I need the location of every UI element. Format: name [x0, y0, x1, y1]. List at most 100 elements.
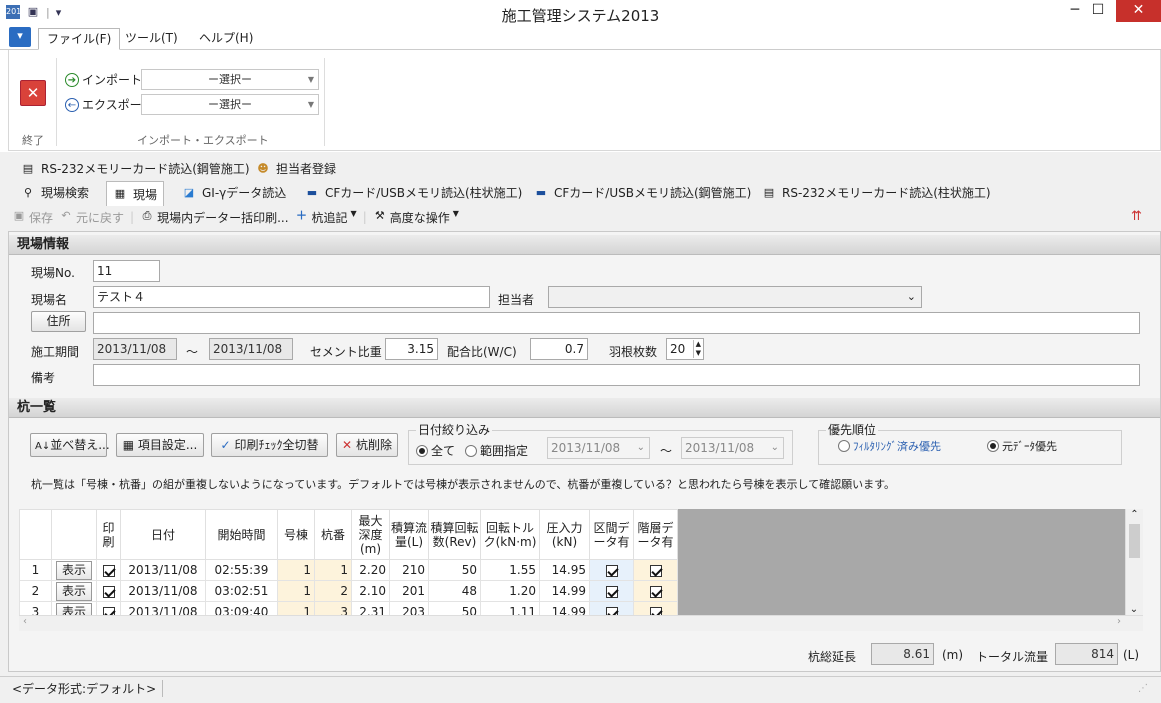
chart-icon: ◪	[183, 185, 195, 199]
search-icon: ⚲	[23, 185, 33, 199]
range-to-picker[interactable]: 2013/11/08 ⌄	[681, 437, 784, 459]
total-flow-unit: (L)	[1123, 648, 1140, 662]
segment-data-checkbox	[605, 564, 618, 577]
staff-register-action[interactable]: ☻ 担当者登録	[256, 160, 336, 177]
save-icon: ▣	[13, 208, 25, 222]
export-select[interactable]: ー選択ー ▼	[141, 94, 319, 115]
print-checkbox[interactable]	[102, 564, 115, 577]
tab-cf-column[interactable]: ▬ CFカード/USBメモリ読込(柱状施工)	[305, 184, 523, 201]
import-select[interactable]: ー選択ー ▼	[141, 69, 319, 90]
cell-building: 1	[303, 605, 311, 615]
staff-select[interactable]: ⌄	[548, 286, 922, 308]
chevron-down-icon: ▼	[307, 75, 314, 84]
cement-input[interactable]: 3.15	[385, 338, 438, 360]
save-button[interactable]: ▣ 保存	[12, 209, 53, 226]
col-header-layer-data: 階層データ有	[633, 509, 678, 560]
range-from-picker[interactable]: 2013/11/08 ⌄	[547, 437, 650, 459]
site-no-input[interactable]: 11	[93, 260, 160, 282]
pile-note: 杭一覧は「号棟・杭番」の組が重複しないようになっています。デフォルトでは号棟が表…	[31, 478, 896, 491]
import-label: インポート	[82, 73, 143, 87]
cell-building: 1	[303, 584, 311, 598]
table-row[interactable]: 3 表示 2013/11/08 03:09:40 1 3 2.31 203 50 1.11 14.9…	[19, 601, 678, 615]
cell-revolutions: 50	[461, 563, 477, 577]
chevron-down-icon: ⌄	[906, 290, 916, 303]
row-header-corner	[19, 509, 52, 560]
close-button[interactable]: ✕	[1116, 0, 1161, 22]
tab-cf-steel[interactable]: ▬ CFカード/USBメモリ読込(鋼管施工)	[534, 184, 752, 201]
row-number: 2	[31, 584, 40, 598]
cell-flow: 203	[402, 605, 425, 615]
ratio-label: 配合比(W/C)	[447, 345, 517, 359]
table-row[interactable]: 1 表示 2013/11/08 02:55:39 1 1 2.20 210 50 1.55 14.9…	[19, 559, 678, 581]
maximize-button[interactable]: ☐	[1080, 0, 1116, 22]
rs232-steel-action[interactable]: ▤ RS-232メモリーカード読込(鋼管施工)	[21, 160, 250, 177]
blades-stepper[interactable]: 20 ▲ ▼	[666, 338, 704, 360]
notes-input[interactable]	[93, 364, 1140, 386]
address-button[interactable]: 住所	[31, 311, 86, 332]
cell-start-time: 02:55:39	[214, 563, 269, 577]
tab-gi-data[interactable]: ◪ GI-γデータ読込	[182, 184, 286, 201]
cell-torque: 1.20	[509, 584, 536, 598]
total-length-unit: (m)	[942, 648, 964, 662]
radio-original-priority[interactable]: 元ﾃﾞｰﾀ優先	[987, 438, 1057, 454]
layer-data-checkbox	[649, 585, 662, 598]
ratio-input[interactable]: 0.7	[530, 338, 588, 360]
cell-revolutions: 48	[461, 584, 477, 598]
io-group-label: インポート・エクスポート	[137, 134, 269, 147]
menu-help[interactable]: ヘルプ(H)	[191, 28, 261, 50]
cell-max-depth: 2.10	[359, 584, 386, 598]
toolbar: ▣ 保存 ↶ 元に戻す | ⎙ 現場内データー括印刷... ＋杭追記 ▼ | ⚒ 高度な操…	[8, 206, 1161, 228]
col-header-date: 日付	[120, 509, 206, 560]
address-input[interactable]	[93, 312, 1140, 334]
period-label: 施工期間	[31, 345, 80, 359]
col-header-revolutions: 積算回転数(Rev)	[428, 509, 481, 560]
radio-all[interactable]: 全て	[416, 442, 455, 459]
sort-button[interactable]: A↓並べ替え...	[30, 433, 110, 457]
tab-rs232-column[interactable]: ▤ RS-232メモリーカード読込(柱状施工)	[762, 184, 991, 201]
radio-filtered-priority[interactable]: ﾌｨﾙﾀﾘﾝｸﾞ済み優先	[838, 438, 941, 454]
print-all-button[interactable]: ⎙ 現場内データー括印刷...	[140, 209, 289, 226]
segment-data-checkbox	[605, 606, 618, 615]
import-icon: ➔	[65, 72, 79, 87]
resize-grip-icon[interactable]: ⋰	[1138, 683, 1148, 694]
notes-label: 備考	[31, 371, 56, 385]
scroll-right-icon: ›	[1117, 616, 1121, 627]
tab-site-search[interactable]: ⚲ 現場検索	[21, 184, 89, 201]
show-button[interactable]: 表示	[55, 581, 92, 601]
segment-data-checkbox	[605, 585, 618, 598]
print-toggle-button[interactable]: ✓ 印刷ﾁｪｯｸ全切替	[211, 433, 328, 457]
scroll-thumb	[1129, 524, 1140, 558]
delete-pile-button[interactable]: ✕ 杭削除	[336, 433, 398, 457]
item-settings-button[interactable]: ▦ 項目設定...	[116, 433, 204, 457]
priority-label: 優先順位	[826, 421, 879, 438]
app-menu-button[interactable]: ▾	[9, 27, 31, 47]
pile-grid[interactable]: 印刷 日付 開始時間 号棟 杭番 最大深度(m) 積算流量(L) 積算回転数(R…	[19, 509, 1143, 615]
total-length-field: 8.61	[871, 643, 934, 665]
col-header-torque: 回転トルク(kN·m)	[480, 509, 540, 560]
table-row[interactable]: 2 表示 2013/11/08 03:02:51 1 2 2.10 201 48 1.20 14.9…	[19, 580, 678, 602]
grid-hscroll[interactable]: ‹ ›	[19, 615, 1143, 631]
cell-force: 14.99	[551, 584, 586, 598]
col-header-force: 圧入力(kN)	[539, 509, 590, 560]
radio-range[interactable]: 範囲指定	[465, 442, 528, 459]
exit-icon[interactable]: ✕	[20, 80, 46, 106]
show-button[interactable]: 表示	[55, 602, 92, 615]
advanced-button[interactable]: ⚒ 高度な操作 ▼	[373, 209, 459, 226]
pin-icon[interactable]: ⇈	[1131, 209, 1142, 224]
print-checkbox[interactable]	[102, 606, 115, 615]
menu-file[interactable]: ファイル(F)	[38, 28, 121, 50]
undo-button[interactable]: ↶ 元に戻す	[59, 209, 124, 226]
menu-tool[interactable]: ツール(T)	[117, 28, 186, 50]
blades-label: 羽根枚数	[609, 345, 658, 359]
row-number: 3	[31, 605, 40, 615]
show-button[interactable]: 表示	[55, 560, 92, 580]
col-header-start-time: 開始時間	[205, 509, 278, 560]
range-tilde: ～	[660, 444, 673, 458]
cell-building: 1	[303, 563, 311, 577]
site-name-input[interactable]: テスト４	[93, 286, 490, 308]
grid-vscroll[interactable]: ⌃ ⌄	[1125, 509, 1143, 615]
tab-site[interactable]: ▦ 現場	[106, 181, 165, 206]
add-pile-button[interactable]: ＋杭追記 ▼	[295, 209, 357, 226]
stepper-arrows-icon: ▲ ▼	[692, 340, 701, 358]
print-checkbox[interactable]	[102, 585, 115, 598]
